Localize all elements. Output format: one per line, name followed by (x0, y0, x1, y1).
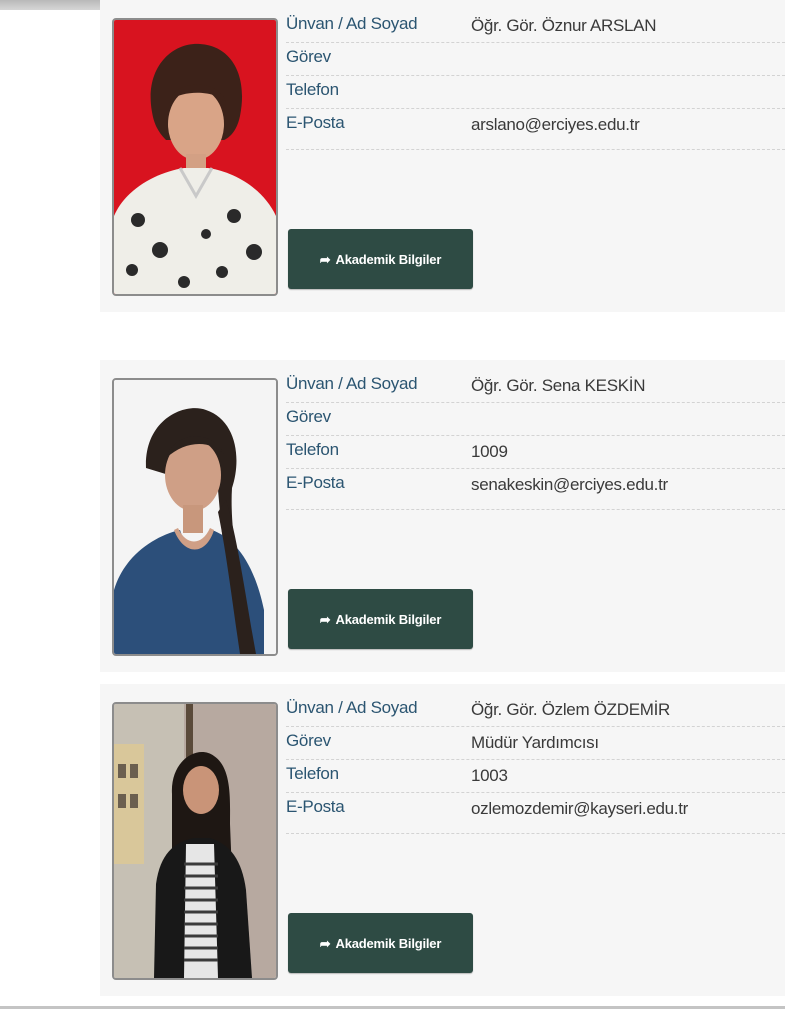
role-row: Görev (286, 403, 785, 436)
staff-email[interactable]: senakeskin@erciyes.edu.tr (471, 475, 668, 495)
staff-phone: 1009 (471, 442, 508, 461)
academic-info-button[interactable]: ➦ Akademik Bilgiler (288, 229, 473, 289)
staff-name: Öğr. Gör. Öznur ARSLAN (471, 16, 657, 35)
staff-photo (112, 18, 278, 296)
title-row: Ünvan / Ad Soyad Öğr. Gör. Özlem ÖZDEMİR (286, 694, 785, 727)
academic-info-button-label: Akademik Bilgiler (335, 251, 442, 267)
email-label: E-Posta (286, 473, 345, 492)
staff-photo (112, 702, 278, 980)
staff-name: Öğr. Gör. Özlem ÖZDEMİR (471, 700, 671, 719)
academic-info-button[interactable]: ➦ Akademik Bilgiler (288, 589, 473, 649)
role-label: Görev (286, 47, 331, 66)
phone-row: Telefon (286, 76, 785, 109)
staff-photo (112, 378, 278, 656)
email-label: E-Posta (286, 797, 345, 816)
title-row: Ünvan / Ad Soyad Öğr. Gör. Sena KESKİN (286, 370, 785, 403)
title-label: Ünvan / Ad Soyad (286, 698, 418, 717)
staff-role: Müdür Yardımcısı (471, 733, 599, 752)
staff-card: Ünvan / Ad Soyad Öğr. Gör. Öznur ARSLAN … (100, 0, 785, 312)
title-label: Ünvan / Ad Soyad (286, 14, 418, 33)
share-arrow-icon: ➦ (319, 611, 331, 627)
staff-email[interactable]: ozlemozdemir@kayseri.edu.tr (471, 799, 688, 819)
phone-row: Telefon 1009 (286, 436, 785, 469)
academic-info-button-label: Akademik Bilgiler (335, 935, 442, 951)
staff-card: Ünvan / Ad Soyad Öğr. Gör. Sena KESKİN G… (100, 360, 785, 672)
phone-label: Telefon (286, 440, 339, 459)
staff-info: Ünvan / Ad Soyad Öğr. Gör. Öznur ARSLAN … (286, 10, 785, 150)
staff-info: Ünvan / Ad Soyad Öğr. Gör. Özlem ÖZDEMİR… (286, 694, 785, 834)
email-row: E-Posta senakeskin@erciyes.edu.tr (286, 469, 785, 510)
phone-label: Telefon (286, 80, 339, 99)
share-arrow-icon: ➦ (319, 935, 331, 951)
title-row: Ünvan / Ad Soyad Öğr. Gör. Öznur ARSLAN (286, 10, 785, 43)
staff-info: Ünvan / Ad Soyad Öğr. Gör. Sena KESKİN G… (286, 370, 785, 510)
role-label: Görev (286, 407, 331, 426)
portrait-image (114, 20, 276, 294)
title-label: Ünvan / Ad Soyad (286, 374, 418, 393)
portrait-image (114, 704, 276, 978)
email-label: E-Posta (286, 113, 345, 132)
academic-info-button[interactable]: ➦ Akademik Bilgiler (288, 913, 473, 973)
share-arrow-icon: ➦ (319, 251, 331, 267)
role-row: Görev (286, 43, 785, 76)
role-label: Görev (286, 731, 331, 750)
email-row: E-Posta ozlemozdemir@kayseri.edu.tr (286, 793, 785, 834)
academic-info-button-label: Akademik Bilgiler (335, 611, 442, 627)
portrait-image (114, 380, 276, 654)
role-row: Görev Müdür Yardımcısı (286, 727, 785, 760)
staff-email[interactable]: arslano@erciyes.edu.tr (471, 115, 640, 135)
phone-row: Telefon 1003 (286, 760, 785, 793)
bottom-divider (0, 1006, 785, 1009)
staff-phone: 1003 (471, 766, 508, 785)
phone-label: Telefon (286, 764, 339, 783)
staff-card: Ünvan / Ad Soyad Öğr. Gör. Özlem ÖZDEMİR… (100, 684, 785, 996)
staff-name: Öğr. Gör. Sena KESKİN (471, 376, 646, 395)
email-row: E-Posta arslano@erciyes.edu.tr (286, 109, 785, 150)
